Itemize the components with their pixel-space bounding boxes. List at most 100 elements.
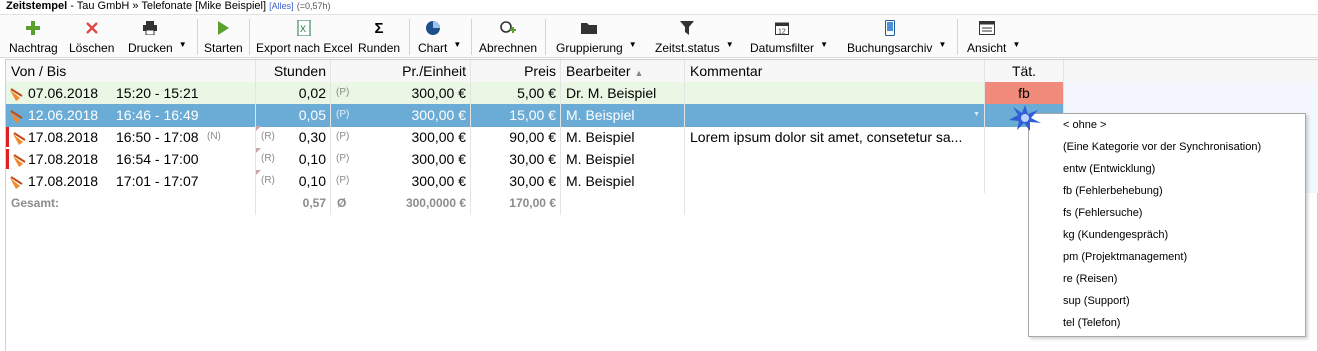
column-header-bearbeiter[interactable]: Bearbeiter ▲: [561, 60, 685, 83]
total-unit-price: 300,0000 €: [405, 196, 466, 210]
table-row[interactable]: 07.06.2018 15:20 - 15:21 0,02 (P) 300,00 …: [6, 82, 1064, 105]
entry-hours: 0,10: [298, 151, 326, 167]
comment-dropdown-arrow[interactable]: ▼: [973, 104, 980, 126]
pie-chart-icon: [425, 19, 441, 37]
entry-hours: 0,30: [298, 129, 326, 145]
table-row[interactable]: 17.08.2018 16:54 - 17:00 (R) 0,10 (P) 300,…: [6, 148, 1064, 171]
nachtrag-button[interactable]: Nachtrag: [9, 19, 58, 59]
entry-comment[interactable]: [685, 82, 985, 105]
export-excel-button[interactable]: X Export nach Excel: [256, 19, 353, 59]
app-name: Zeitstempel: [6, 0, 68, 12]
entry-comment[interactable]: [685, 170, 985, 193]
entry-date: 17.08.2018: [28, 151, 99, 167]
activity-option[interactable]: entw (Entwicklung): [1063, 158, 1155, 180]
ansicht-dropdown-arrow[interactable]: ▼: [1012, 40, 1020, 49]
entry-editor: M. Beispiel: [561, 170, 685, 193]
column-header-von-bis[interactable]: Von / Bis: [6, 60, 256, 83]
stopwatch-icon: [9, 86, 23, 105]
average-symbol: Ø: [337, 196, 347, 210]
chart-button[interactable]: Chart ▼: [418, 19, 461, 59]
toolbar-separator: [197, 19, 198, 55]
chart-dropdown-arrow[interactable]: ▼: [453, 40, 461, 49]
ansicht-button[interactable]: Ansicht ▼: [967, 19, 1020, 59]
entry-hours: 0,02: [256, 82, 331, 105]
entry-comment[interactable]: ▼: [685, 104, 985, 127]
stopwatch-icon: [9, 108, 23, 127]
column-header-taetigkeit[interactable]: Tät.: [985, 60, 1064, 83]
entry-date: 12.06.2018: [28, 107, 99, 123]
entry-time: 16:54 - 17:00: [116, 151, 199, 167]
table-row[interactable]: 17.08.2018 17:01 - 17:07 (R) 0,10 (P) 300,…: [6, 170, 1064, 193]
abrechnen-button[interactable]: Abrechnen: [479, 19, 537, 59]
price-flag: (P): [336, 175, 350, 186]
status-marker: [6, 127, 9, 147]
toolbar: Nachtrag Löschen Drucken ▼ Starten X Exp…: [0, 14, 1318, 58]
filter-icon: [680, 19, 695, 37]
entry-activity[interactable]: fb: [985, 82, 1064, 105]
activity-option[interactable]: sup (Support): [1063, 290, 1130, 312]
entry-unit-price: 300,00 €: [411, 107, 467, 123]
column-header-kommentar[interactable]: Kommentar: [685, 60, 985, 83]
entry-time: 16:50 - 17:08: [116, 129, 199, 145]
activity-option[interactable]: fs (Fehlersuche): [1063, 202, 1142, 224]
column-header-preis[interactable]: Preis: [471, 60, 561, 83]
entry-comment[interactable]: Lorem ipsum dolor sit amet, consetetur s…: [685, 126, 985, 149]
drucken-dropdown-arrow[interactable]: ▼: [179, 40, 187, 49]
gruppierung-button[interactable]: Gruppierung ▼: [556, 19, 637, 59]
entry-date: 17.08.2018: [28, 173, 99, 189]
entry-comment[interactable]: [685, 148, 985, 171]
runden-button[interactable]: Σ Runden: [358, 19, 400, 59]
starten-button[interactable]: Starten: [204, 19, 243, 59]
price-flag: (P): [336, 87, 350, 98]
price-flag: (P): [336, 153, 350, 164]
plus-icon: [26, 19, 41, 37]
entry-time: 16:46 - 16:49: [116, 107, 199, 123]
window-title: Zeitstempel - Tau GmbH » Telefonate [Mik…: [0, 0, 1318, 14]
gruppierung-dropdown-arrow[interactable]: ▼: [629, 40, 637, 49]
rounded-flag: (R): [261, 153, 275, 164]
header-filler: [1064, 60, 1318, 83]
zeitstatus-button[interactable]: Zeitst.status ▼: [655, 19, 734, 59]
delete-icon: [85, 19, 98, 37]
buchungsarchiv-dropdown-arrow[interactable]: ▼: [938, 40, 946, 49]
status-marker: [6, 149, 9, 169]
table-row-selected[interactable]: 12.06.2018 16:46 - 16:49 0,05 (P) 300,00 …: [6, 104, 1064, 127]
play-icon: [217, 19, 230, 37]
stopwatch-icon: [12, 152, 26, 171]
zeitstatus-dropdown-arrow[interactable]: ▼: [726, 40, 734, 49]
column-header-preis-einheit[interactable]: Pr./Einheit: [331, 60, 471, 83]
activity-option[interactable]: fb (Fehlerbehebung): [1063, 180, 1163, 202]
entry-price: 30,00 €: [471, 170, 561, 193]
toolbar-separator: [249, 19, 250, 55]
entry-unit-price: 300,00 €: [411, 129, 467, 145]
window-subtitle: - Tau GmbH » Telefonate [Mike Beispiel]: [67, 0, 267, 12]
total-price: 170,00 €: [471, 192, 561, 215]
activity-option[interactable]: tel (Telefon): [1063, 312, 1120, 334]
entry-unit-price: 300,00 €: [411, 85, 467, 101]
view-icon: [978, 19, 995, 37]
rounded-flag: (R): [261, 175, 275, 186]
total-hours: 0,57: [256, 192, 331, 215]
column-header-stunden[interactable]: Stunden: [256, 60, 331, 83]
sort-ascending-icon: ▲: [634, 68, 644, 78]
activity-option[interactable]: (Eine Kategorie vor der Synchronisation): [1063, 136, 1261, 158]
entry-editor: M. Beispiel: [561, 104, 685, 127]
excel-icon: X: [297, 19, 311, 37]
table-row[interactable]: 17.08.2018 16:50 - 17:08 (N) (R) 0,30 (P)…: [6, 126, 1064, 149]
total-label: Gesamt:: [6, 192, 256, 215]
activity-option[interactable]: pm (Projektmanagement): [1063, 246, 1187, 268]
activity-option[interactable]: re (Reisen): [1063, 268, 1117, 290]
rounded-flag: (R): [261, 131, 275, 142]
datumsfilter-dropdown-arrow[interactable]: ▼: [820, 40, 828, 49]
sigma-icon: Σ: [374, 19, 384, 37]
drucken-button[interactable]: Drucken ▼: [128, 19, 187, 59]
price-flag: (P): [336, 131, 350, 142]
datumsfilter-button[interactable]: 12 Datumsfilter ▼: [750, 19, 828, 59]
printer-icon: [142, 19, 158, 37]
loeschen-button[interactable]: Löschen: [69, 19, 114, 59]
activity-option[interactable]: kg (Kundengespräch): [1063, 224, 1168, 246]
buchungsarchiv-button[interactable]: Buchungsarchiv ▼: [847, 19, 946, 59]
svg-text:12: 12: [778, 29, 786, 36]
activity-option[interactable]: < ohne >: [1063, 114, 1106, 136]
toolbar-separator: [471, 19, 472, 55]
